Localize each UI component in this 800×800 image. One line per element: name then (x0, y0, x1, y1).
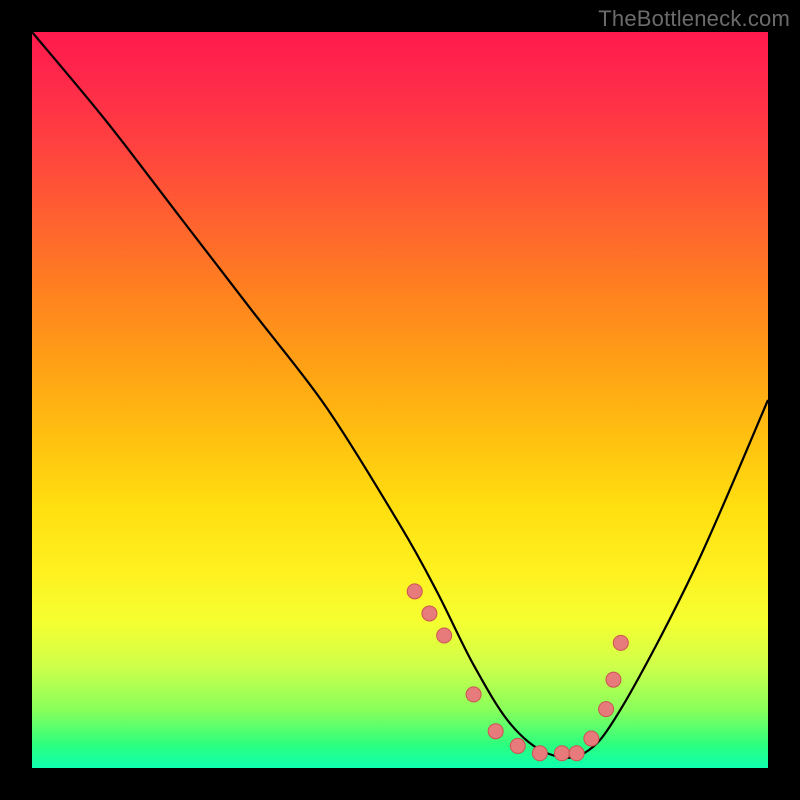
marker-dot (554, 746, 569, 761)
marker-dot (532, 746, 547, 761)
marker-dot (510, 738, 525, 753)
marker-dot (422, 606, 437, 621)
watermark: TheBottleneck.com (598, 6, 790, 32)
marker-dot (437, 628, 452, 643)
plot-area (32, 32, 768, 768)
chart-frame: TheBottleneck.com (0, 0, 800, 800)
chart-svg (32, 32, 768, 768)
marker-dot (613, 635, 628, 650)
bottleneck-curve (32, 32, 768, 758)
marker-dot (488, 724, 503, 739)
marker-dot (569, 746, 584, 761)
curve-markers (407, 584, 628, 761)
marker-dot (606, 672, 621, 687)
marker-dot (599, 702, 614, 717)
marker-dot (584, 731, 599, 746)
marker-dot (466, 687, 481, 702)
marker-dot (407, 584, 422, 599)
